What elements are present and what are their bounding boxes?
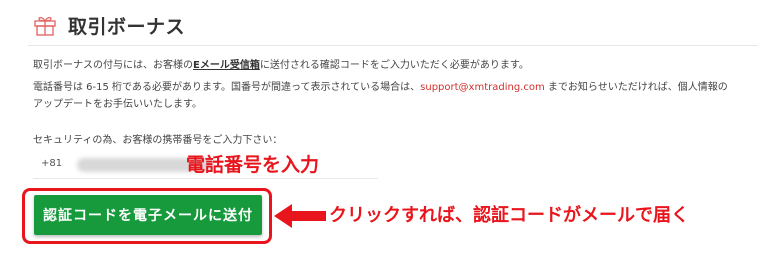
email-inbox-emphasis: Eメール受信箱 [193, 60, 260, 71]
click-hint-annotation: クリックすれば、認証コードがメールで届く [329, 205, 689, 226]
country-code: +81 [41, 158, 63, 169]
phone-field-label: セキュリティの為、お客様の携帯番号をご入力下さい： [33, 135, 283, 146]
phone-note-text: 電話番号は 6-15 桁である必要があります。国番号が間違って表示されている場合… [33, 79, 733, 113]
send-code-button[interactable]: 認証コードを電子メールに送付 [34, 195, 262, 235]
bonus-panel: 取引ボーナス 取引ボーナスの付与には、お客様のEメール受信箱に送付される確認コー… [0, 0, 771, 274]
arrow-left-icon [274, 204, 326, 228]
support-email-link[interactable]: support@xmtrading.com [420, 82, 545, 93]
divider [28, 45, 758, 46]
page-title: 取引ボーナス [68, 16, 186, 38]
phone-note-before: 電話番号は 6-15 桁である必要があります。国番号が間違って表示されている場合… [33, 82, 421, 93]
phone-hint-annotation: 電話番号を入力 [186, 154, 320, 176]
intro-text-before: 取引ボーナスの付与には、お客様の [33, 60, 193, 71]
gift-icon [34, 16, 56, 36]
intro-text: 取引ボーナスの付与には、お客様のEメール受信箱に送付される確認コードをご入力いた… [33, 57, 753, 74]
intro-text-after: に送付される確認コードをご入力いただく必要があります。 [259, 60, 529, 71]
